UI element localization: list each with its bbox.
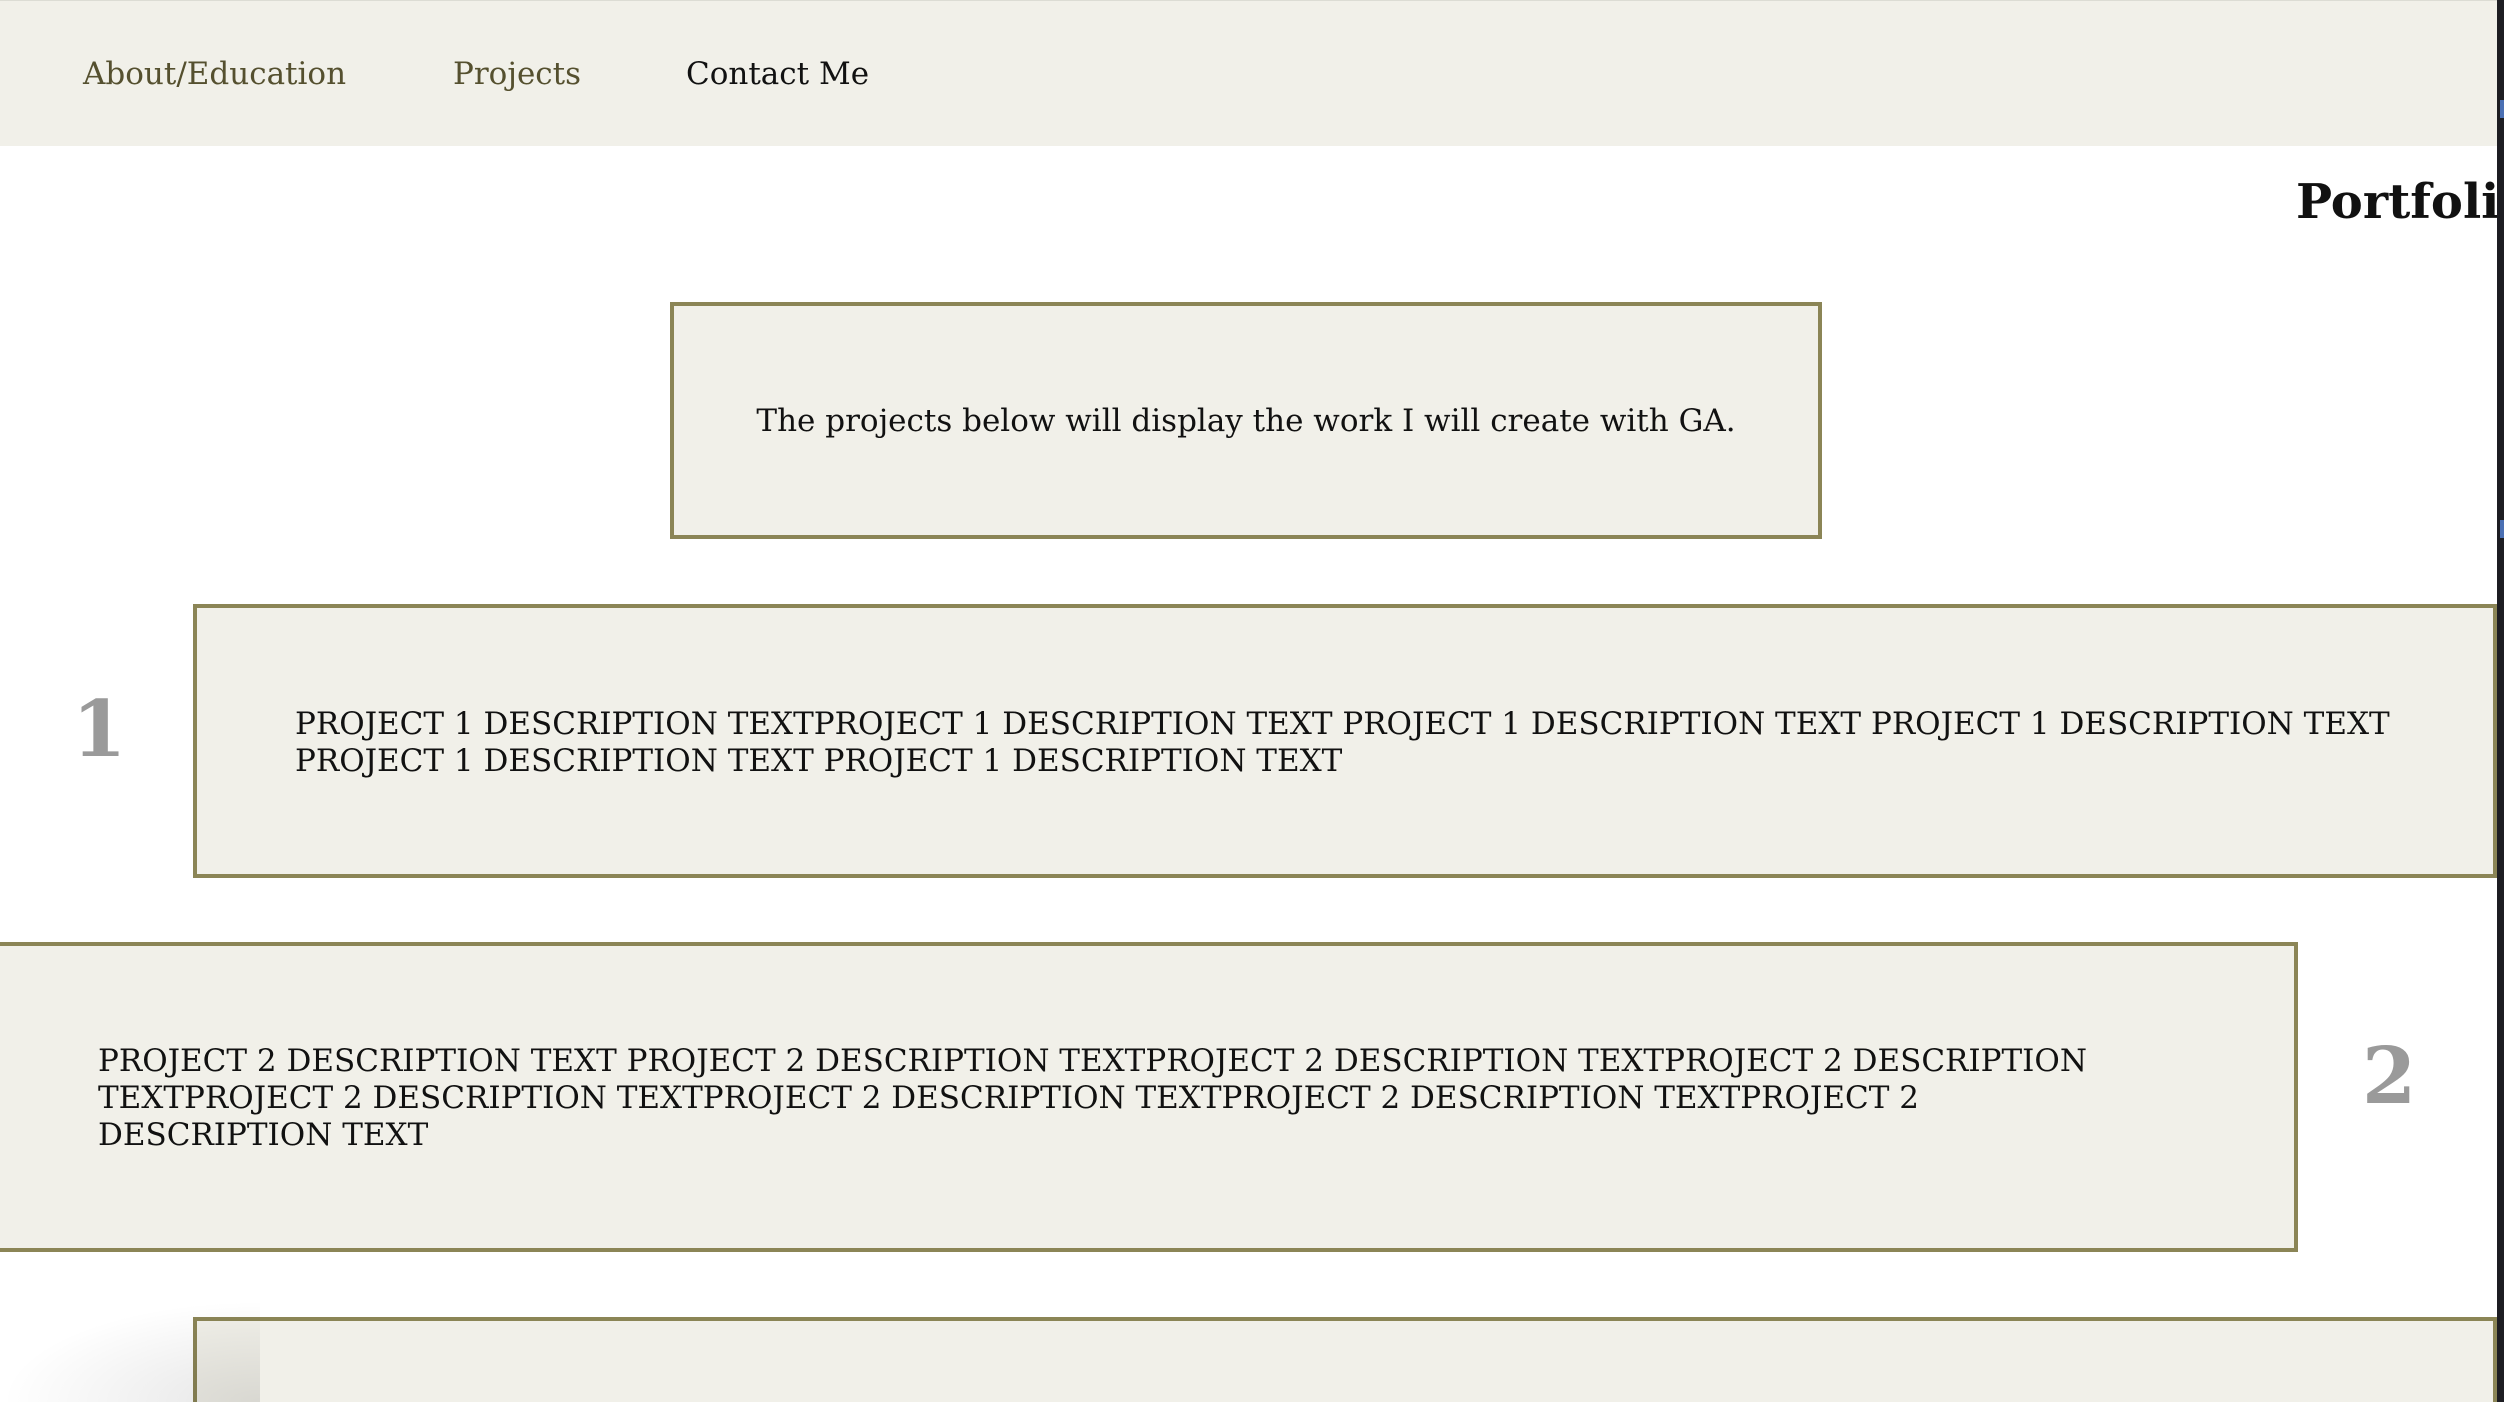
project-1-description: PROJECT 1 DESCRIPTION TEXTPROJECT 1 DESC… [295,706,2390,779]
portfolio-page: About/Education Projects Contact Me Port… [0,0,2504,1402]
intro-text: The projects below will display the work… [756,402,1736,439]
nav-link-projects[interactable]: Projects [453,54,581,94]
project-card-2[interactable]: PROJECT 2 DESCRIPTION TEXT PROJECT 2 DES… [0,942,2298,1252]
site-title: Portfolio [2296,174,2504,230]
project-card-1[interactable]: PROJECT 1 DESCRIPTION TEXTPROJECT 1 DESC… [193,604,2497,878]
edge-indicator [2500,520,2504,538]
edge-indicator [2500,100,2504,118]
window-edge [2497,0,2504,1402]
project-card-3[interactable] [193,1317,2497,1402]
project-number-2: 2 [2362,1031,2417,1122]
project-number-1: 1 [72,684,127,775]
nav-link-contact-me[interactable]: Contact Me [686,54,869,94]
top-navbar: About/Education Projects Contact Me [0,0,2497,146]
project-2-description: PROJECT 2 DESCRIPTION TEXT PROJECT 2 DES… [98,1043,2087,1153]
nav-link-about-education[interactable]: About/Education [83,54,346,94]
intro-panel: The projects below will display the work… [670,302,1822,539]
